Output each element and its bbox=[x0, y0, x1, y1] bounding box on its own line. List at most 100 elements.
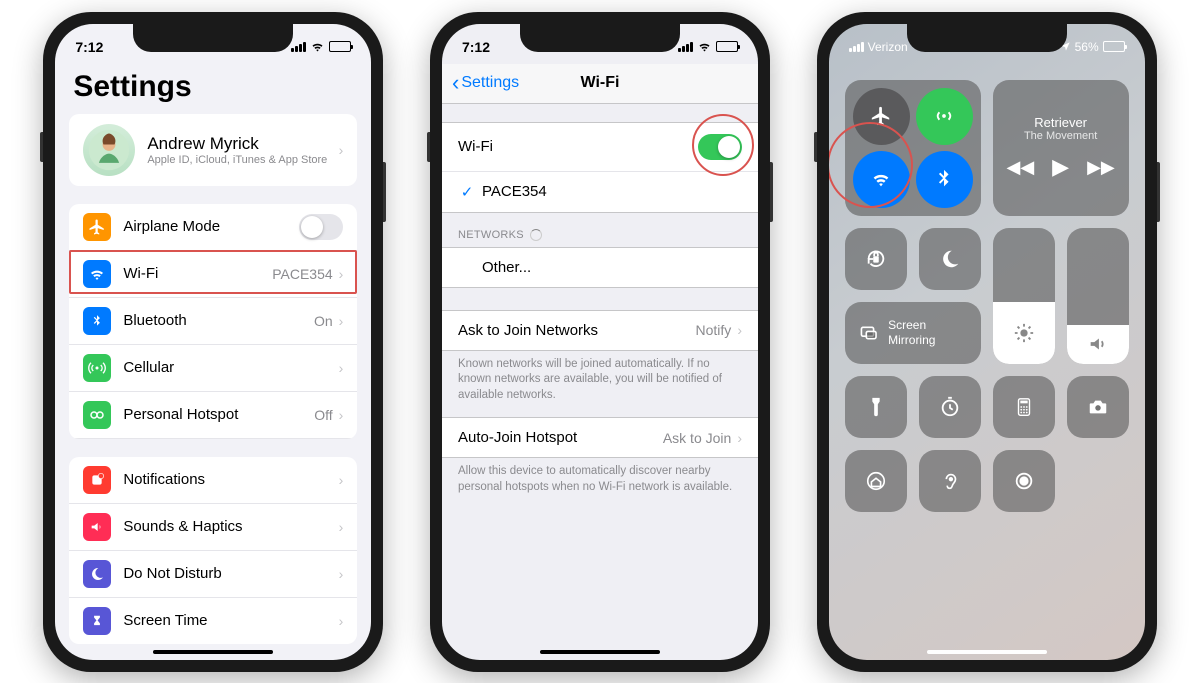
hotspot-row[interactable]: Personal Hotspot Off › bbox=[69, 392, 357, 439]
battery-icon bbox=[1103, 41, 1125, 52]
home-tile[interactable] bbox=[845, 450, 907, 512]
dnd-row[interactable]: Do Not Disturb› bbox=[69, 551, 357, 598]
airplane-toggle[interactable] bbox=[299, 214, 343, 240]
profile-sub: Apple ID, iCloud, iTunes & App Store bbox=[147, 154, 338, 166]
bluetooth-icon bbox=[83, 307, 111, 335]
row-label: Personal Hotspot bbox=[123, 406, 314, 423]
chevron-icon: › bbox=[737, 430, 742, 446]
hourglass-icon bbox=[83, 607, 111, 635]
auto-hotspot-row[interactable]: Auto-Join HotspotAsk to Join› bbox=[442, 418, 758, 457]
cellular-button[interactable] bbox=[916, 88, 973, 145]
next-track-icon[interactable]: ▶▶ bbox=[1087, 157, 1115, 178]
battery-icon bbox=[329, 41, 351, 52]
auto-footer: Allow this device to automatically disco… bbox=[442, 458, 758, 501]
chevron-icon: › bbox=[339, 613, 344, 629]
signal-icon bbox=[849, 42, 864, 52]
wifi-icon bbox=[310, 39, 325, 54]
row-value: Off bbox=[314, 407, 332, 423]
chevron-icon: › bbox=[339, 566, 344, 582]
sounds-icon bbox=[83, 513, 111, 541]
chevron-icon: › bbox=[339, 407, 344, 423]
back-label: Settings bbox=[461, 74, 519, 92]
control-center-screen: Verizon 56% Retriever The Movement ◀◀ ▶ … bbox=[829, 24, 1145, 660]
hotspot-icon bbox=[83, 401, 111, 429]
wifi-screen: 7:12 ‹Settings Wi-Fi Wi-Fi ✓ PACE354 NET… bbox=[442, 24, 758, 660]
row-label: Wi-Fi bbox=[458, 138, 698, 155]
chevron-icon: › bbox=[339, 472, 344, 488]
airplane-mode-row[interactable]: Airplane Mode bbox=[69, 204, 357, 251]
ask-footer: Known networks will be joined automatica… bbox=[442, 351, 758, 410]
chevron-icon: › bbox=[737, 322, 742, 338]
page-title: Settings bbox=[55, 64, 371, 114]
other-network-row[interactable]: Other... bbox=[442, 248, 758, 287]
screen-record-tile[interactable] bbox=[993, 450, 1055, 512]
home-indicator[interactable] bbox=[540, 650, 660, 654]
row-label: Sounds & Haptics bbox=[123, 518, 338, 535]
orientation-lock-tile[interactable] bbox=[845, 228, 907, 290]
airplane-button[interactable] bbox=[853, 88, 910, 145]
hearing-tile[interactable] bbox=[919, 450, 981, 512]
spinner-icon bbox=[530, 229, 542, 241]
home-indicator[interactable] bbox=[153, 650, 273, 654]
airplane-icon bbox=[83, 213, 111, 241]
checkmark-icon: ✓ bbox=[458, 183, 476, 201]
row-value: On bbox=[314, 313, 333, 329]
chevron-icon: › bbox=[339, 142, 344, 158]
signal-icon bbox=[291, 42, 306, 52]
wifi-icon bbox=[697, 39, 712, 54]
carrier-label: Verizon bbox=[868, 40, 908, 54]
moon-icon bbox=[83, 560, 111, 588]
music-tile[interactable]: Retriever The Movement ◀◀ ▶ ▶▶ bbox=[993, 80, 1129, 216]
notifications-group: Notifications› Sounds & Haptics› Do Not … bbox=[69, 457, 357, 644]
wifi-toggle-row[interactable]: Wi-Fi bbox=[442, 123, 758, 172]
dnd-tile[interactable] bbox=[919, 228, 981, 290]
signal-icon bbox=[678, 42, 693, 52]
notch bbox=[520, 24, 680, 52]
bluetooth-button[interactable] bbox=[916, 151, 973, 208]
notifications-row[interactable]: Notifications› bbox=[69, 457, 357, 504]
row-label: Do Not Disturb bbox=[123, 565, 338, 582]
connectivity-tile[interactable] bbox=[845, 80, 981, 216]
chevron-icon: › bbox=[339, 360, 344, 376]
profile-name: Andrew Myrick bbox=[147, 134, 338, 154]
mirror-label: Screen Mirroring bbox=[888, 318, 967, 347]
wifi-toggle[interactable] bbox=[698, 134, 742, 160]
bluetooth-row[interactable]: Bluetooth On › bbox=[69, 298, 357, 345]
play-icon[interactable]: ▶ bbox=[1052, 154, 1069, 180]
apple-id-row[interactable]: Andrew Myrick Apple ID, iCloud, iTunes &… bbox=[69, 114, 357, 186]
chevron-icon: › bbox=[339, 519, 344, 535]
volume-slider[interactable] bbox=[1067, 228, 1129, 364]
prev-track-icon[interactable]: ◀◀ bbox=[1006, 157, 1034, 178]
home-indicator[interactable] bbox=[927, 650, 1047, 654]
nav-bar: ‹Settings Wi-Fi bbox=[442, 64, 758, 104]
screen-mirror-tile[interactable]: Screen Mirroring bbox=[845, 302, 981, 364]
ask-join-row[interactable]: Ask to Join NetworksNotify› bbox=[442, 311, 758, 350]
flashlight-tile[interactable] bbox=[845, 376, 907, 438]
back-button[interactable]: ‹Settings bbox=[452, 70, 519, 96]
calculator-tile[interactable] bbox=[993, 376, 1055, 438]
sounds-row[interactable]: Sounds & Haptics› bbox=[69, 504, 357, 551]
row-label: Other... bbox=[482, 259, 742, 276]
connected-network-row[interactable]: ✓ PACE354 bbox=[442, 172, 758, 212]
camera-tile[interactable] bbox=[1067, 376, 1129, 438]
settings-screen: 7:12 Settings Andrew Myrick Apple ID, iC… bbox=[55, 24, 371, 660]
row-label: Notifications bbox=[123, 471, 338, 488]
network-name: PACE354 bbox=[482, 183, 742, 200]
row-label: Screen Time bbox=[123, 612, 338, 629]
timer-tile[interactable] bbox=[919, 376, 981, 438]
chevron-icon: › bbox=[339, 266, 344, 282]
wifi-row[interactable]: Wi-Fi PACE354 › bbox=[69, 251, 357, 298]
screentime-row[interactable]: Screen Time› bbox=[69, 598, 357, 644]
row-label: Ask to Join Networks bbox=[458, 322, 696, 339]
chevron-icon: › bbox=[339, 313, 344, 329]
notch bbox=[907, 24, 1067, 52]
wifi-button[interactable] bbox=[853, 151, 910, 208]
notch bbox=[133, 24, 293, 52]
battery-percent: 56% bbox=[1075, 40, 1099, 54]
status-time: 7:12 bbox=[462, 39, 490, 55]
wifi-icon bbox=[83, 260, 111, 288]
avatar bbox=[83, 124, 135, 176]
cellular-row[interactable]: Cellular › bbox=[69, 345, 357, 392]
brightness-slider[interactable] bbox=[993, 228, 1055, 364]
notifications-icon bbox=[83, 466, 111, 494]
